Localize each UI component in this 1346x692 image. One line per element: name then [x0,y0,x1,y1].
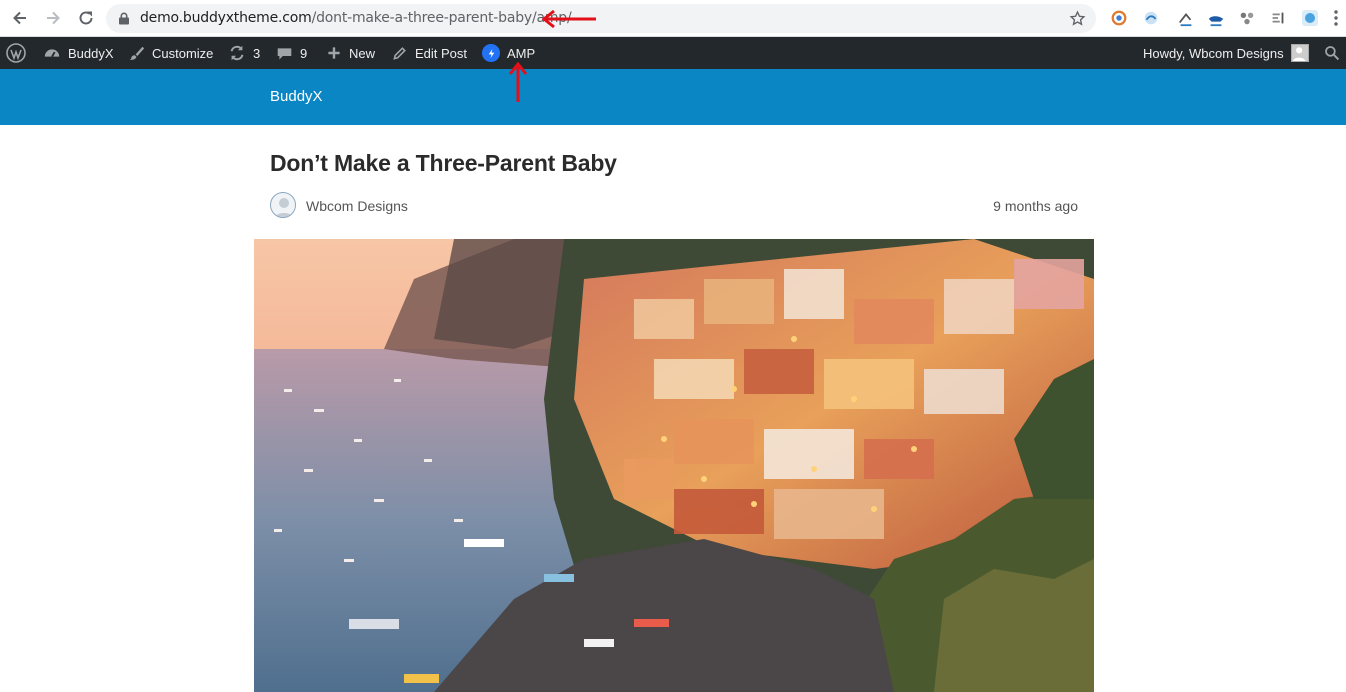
extension-icon[interactable] [1176,8,1196,28]
extension-icon[interactable] [1237,8,1257,28]
admin-search-button[interactable] [1324,37,1340,69]
howdy-label: Howdy, Wbcom Designs [1143,45,1284,61]
post-title: Don’t Make a Three-Parent Baby [270,150,617,176]
star-icon[interactable] [1069,10,1086,27]
edit-post-label: Edit Post [415,45,468,61]
site-name-menu[interactable]: BuddyX [43,37,114,69]
extension-icon[interactable] [1300,8,1320,28]
arrow-left-icon [13,11,26,25]
customize-label: Customize [152,45,214,61]
extension-icon[interactable] [1109,8,1129,28]
url-path: /dont-make-a-three-parent-baby/amp/ [311,10,572,26]
featured-image [254,239,1094,692]
post-date: 9 months ago [993,198,1078,214]
wordpress-logo-icon [6,43,26,63]
my-account-menu[interactable]: Howdy, Wbcom Designs [1143,37,1309,69]
extension-icon[interactable] [1206,8,1226,28]
browser-toolbar: demo.buddyxtheme.com/dont-make-a-three-p… [0,0,1346,37]
search-icon [1325,46,1340,61]
brush-icon [129,46,145,60]
forward-button[interactable] [41,6,65,30]
site-name-label: BuddyX [68,45,114,61]
updates-icon [230,45,244,61]
extension-icon[interactable] [1141,8,1161,28]
amp-menu[interactable]: AMP [482,37,535,69]
new-label: New [349,45,376,61]
back-button[interactable] [8,6,32,30]
dashboard-icon [44,49,60,58]
arrow-right-icon [47,11,60,25]
comments-link[interactable]: 9 [276,37,307,69]
reload-button[interactable] [74,6,98,30]
site-title[interactable]: BuddyX [270,88,323,105]
author-name[interactable]: Wbcom Designs [306,198,408,214]
customize-link[interactable]: Customize [128,37,213,69]
updates-count: 3 [253,45,261,61]
featured-image-graphic [254,239,1094,692]
site-header: BuddyX [0,69,1346,125]
wp-admin-bar: BuddyX Customize 3 9 New Edit Post AMP H… [0,37,1346,69]
avatar [1290,44,1309,62]
wp-logo-menu[interactable] [6,37,26,69]
updates-link[interactable]: 3 [228,37,260,69]
amp-label: AMP [507,45,536,61]
extension-icon[interactable] [1268,8,1288,28]
comment-icon [277,47,292,59]
author-avatar [270,192,296,218]
new-content-menu[interactable]: New [326,37,375,69]
amp-bolt-icon [482,44,500,62]
browser-menu-icon[interactable] [1333,9,1339,27]
edit-post-link[interactable]: Edit Post [392,37,467,69]
reload-icon [79,11,93,25]
url-text: demo.buddyxtheme.com/dont-make-a-three-p… [140,10,572,26]
pencil-icon [393,47,406,60]
comments-count: 9 [300,45,308,61]
address-bar[interactable]: demo.buddyxtheme.com/dont-make-a-three-p… [106,4,1096,33]
plus-icon [328,47,340,59]
lock-icon [119,12,129,25]
url-host: demo.buddyxtheme.com [140,10,312,26]
